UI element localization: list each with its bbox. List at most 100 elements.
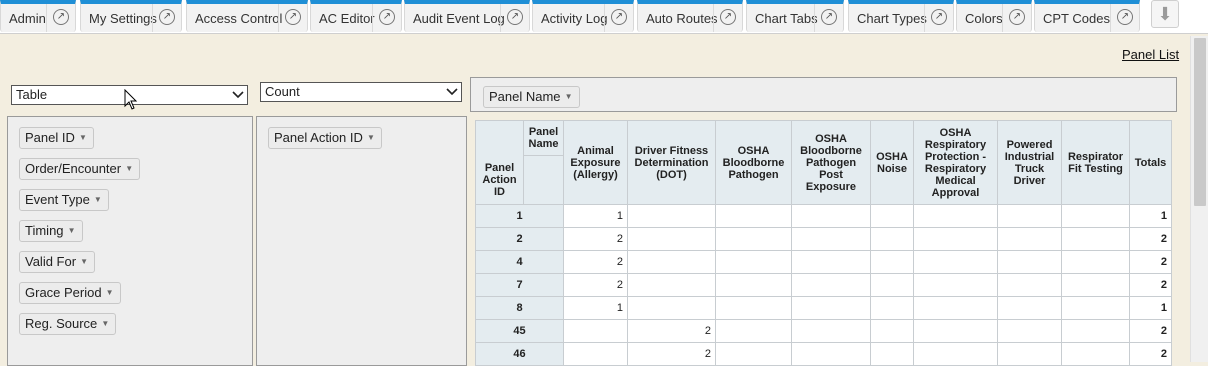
- table-cell[interactable]: [997, 204, 1062, 228]
- filter-triangle-icon[interactable]: ▼: [68, 221, 76, 241]
- attr-chip-timing[interactable]: Timing ▼: [19, 220, 83, 242]
- table-cell[interactable]: [870, 204, 914, 228]
- tab-chart-types[interactable]: Chart Types ↗: [848, 0, 954, 32]
- table-cell[interactable]: [913, 342, 998, 366]
- filter-triangle-icon[interactable]: ▼: [79, 128, 87, 148]
- open-external-icon[interactable]: ↗: [720, 9, 736, 25]
- table-cell[interactable]: 2: [627, 342, 716, 366]
- tab-chart-tabs[interactable]: Chart Tabs ↗: [746, 0, 844, 32]
- row-attr-chip[interactable]: Panel Action ID ▼: [268, 127, 382, 149]
- row-total-cell[interactable]: 2: [1129, 227, 1172, 251]
- table-cell[interactable]: [870, 227, 914, 251]
- table-cell[interactable]: [563, 342, 628, 366]
- table-cell[interactable]: [627, 227, 716, 251]
- table-cell[interactable]: [913, 250, 998, 274]
- filter-triangle-icon[interactable]: ▼: [565, 87, 573, 107]
- table-cell[interactable]: [913, 296, 998, 320]
- table-cell[interactable]: [913, 227, 998, 251]
- table-cell[interactable]: [870, 342, 914, 366]
- attr-chip-panel-id[interactable]: Panel ID ▼: [19, 127, 94, 149]
- table-cell[interactable]: [715, 342, 792, 366]
- row-total-cell[interactable]: 2: [1129, 319, 1172, 343]
- table-cell[interactable]: [870, 296, 914, 320]
- table-cell[interactable]: [870, 250, 914, 274]
- table-cell[interactable]: 2: [563, 227, 628, 251]
- open-external-icon[interactable]: ↗: [821, 9, 837, 25]
- table-cell[interactable]: [715, 204, 792, 228]
- table-cell[interactable]: [870, 273, 914, 297]
- tab-access-control[interactable]: Access Control ↗: [186, 0, 308, 32]
- filter-triangle-icon[interactable]: ▼: [106, 283, 114, 303]
- table-cell[interactable]: [791, 227, 871, 251]
- tab-admin[interactable]: Admin ↗: [0, 0, 76, 32]
- table-cell[interactable]: [1061, 250, 1130, 274]
- filter-triangle-icon[interactable]: ▼: [367, 128, 375, 148]
- table-cell[interactable]: [627, 204, 716, 228]
- panel-list-link[interactable]: Panel List: [1122, 47, 1179, 62]
- row-total-cell[interactable]: 2: [1129, 250, 1172, 274]
- table-cell[interactable]: [715, 250, 792, 274]
- table-cell[interactable]: [913, 204, 998, 228]
- tab-auto-routes[interactable]: Auto Routes ↗: [637, 0, 743, 32]
- scroll-tabs-down-button[interactable]: ⬇: [1151, 0, 1179, 28]
- attr-chip-reg-source[interactable]: Reg. Source ▼: [19, 313, 117, 335]
- filter-triangle-icon[interactable]: ▼: [80, 252, 88, 272]
- table-cell[interactable]: [791, 319, 871, 343]
- table-cell[interactable]: [627, 273, 716, 297]
- tab-activity-log[interactable]: Activity Log ↗: [532, 0, 634, 32]
- table-cell[interactable]: [791, 204, 871, 228]
- open-external-icon[interactable]: ↗: [1009, 9, 1025, 25]
- table-cell[interactable]: 2: [563, 250, 628, 274]
- table-cell[interactable]: [715, 273, 792, 297]
- table-cell[interactable]: 1: [563, 296, 628, 320]
- open-external-icon[interactable]: ↗: [159, 9, 175, 25]
- table-cell[interactable]: 2: [563, 273, 628, 297]
- filter-triangle-icon[interactable]: ▼: [101, 314, 109, 334]
- table-cell[interactable]: [1061, 319, 1130, 343]
- page-scrollbar[interactable]: [1190, 36, 1208, 362]
- row-total-cell[interactable]: 1: [1129, 204, 1172, 228]
- table-cell[interactable]: [997, 273, 1062, 297]
- row-total-cell[interactable]: 2: [1129, 273, 1172, 297]
- open-external-icon[interactable]: ↗: [507, 9, 523, 25]
- column-attributes-zone[interactable]: Panel Name ▼: [470, 77, 1177, 112]
- open-external-icon[interactable]: ↗: [931, 9, 947, 25]
- table-cell[interactable]: [791, 250, 871, 274]
- row-total-cell[interactable]: 2: [1129, 342, 1172, 366]
- open-external-icon[interactable]: ↗: [611, 9, 627, 25]
- table-cell[interactable]: [1061, 273, 1130, 297]
- attr-chip-valid-for[interactable]: Valid For ▼: [19, 251, 96, 273]
- table-cell[interactable]: [1061, 227, 1130, 251]
- open-external-icon[interactable]: ↗: [285, 9, 301, 25]
- table-cell[interactable]: [997, 319, 1062, 343]
- tab-audit-event-log[interactable]: Audit Event Log ↗: [404, 0, 530, 32]
- filter-triangle-icon[interactable]: ▼: [94, 190, 102, 210]
- table-cell[interactable]: [1061, 342, 1130, 366]
- table-cell[interactable]: [715, 227, 792, 251]
- tab-my-settings[interactable]: My Settings ↗: [80, 0, 182, 32]
- table-cell[interactable]: 1: [563, 204, 628, 228]
- scrollbar-thumb[interactable]: [1194, 38, 1206, 206]
- tab-ac-editor[interactable]: AC Editor ↗: [310, 0, 402, 32]
- table-cell[interactable]: 2: [627, 319, 716, 343]
- table-cell[interactable]: [997, 342, 1062, 366]
- table-cell[interactable]: [791, 273, 871, 297]
- table-cell[interactable]: [1061, 204, 1130, 228]
- aggregator-select[interactable]: Count: [260, 82, 462, 102]
- table-cell[interactable]: [997, 227, 1062, 251]
- attr-chip-grace-period[interactable]: Grace Period ▼: [19, 282, 121, 304]
- table-cell[interactable]: [791, 342, 871, 366]
- tab-cpt-codes[interactable]: CPT Codes ↗: [1034, 0, 1140, 32]
- table-cell[interactable]: [1061, 296, 1130, 320]
- tab-colors[interactable]: Colors ↗: [956, 0, 1032, 32]
- row-attributes-zone[interactable]: Panel Action ID ▼: [256, 116, 467, 366]
- column-attr-chip[interactable]: Panel Name ▼: [483, 86, 580, 108]
- table-cell[interactable]: [715, 319, 792, 343]
- table-cell[interactable]: [715, 296, 792, 320]
- table-cell[interactable]: [997, 250, 1062, 274]
- table-cell[interactable]: [563, 319, 628, 343]
- table-cell[interactable]: [627, 250, 716, 274]
- attr-chip-order-encounter[interactable]: Order/Encounter ▼: [19, 158, 141, 180]
- open-external-icon[interactable]: ↗: [379, 9, 395, 25]
- open-external-icon[interactable]: ↗: [1117, 9, 1133, 25]
